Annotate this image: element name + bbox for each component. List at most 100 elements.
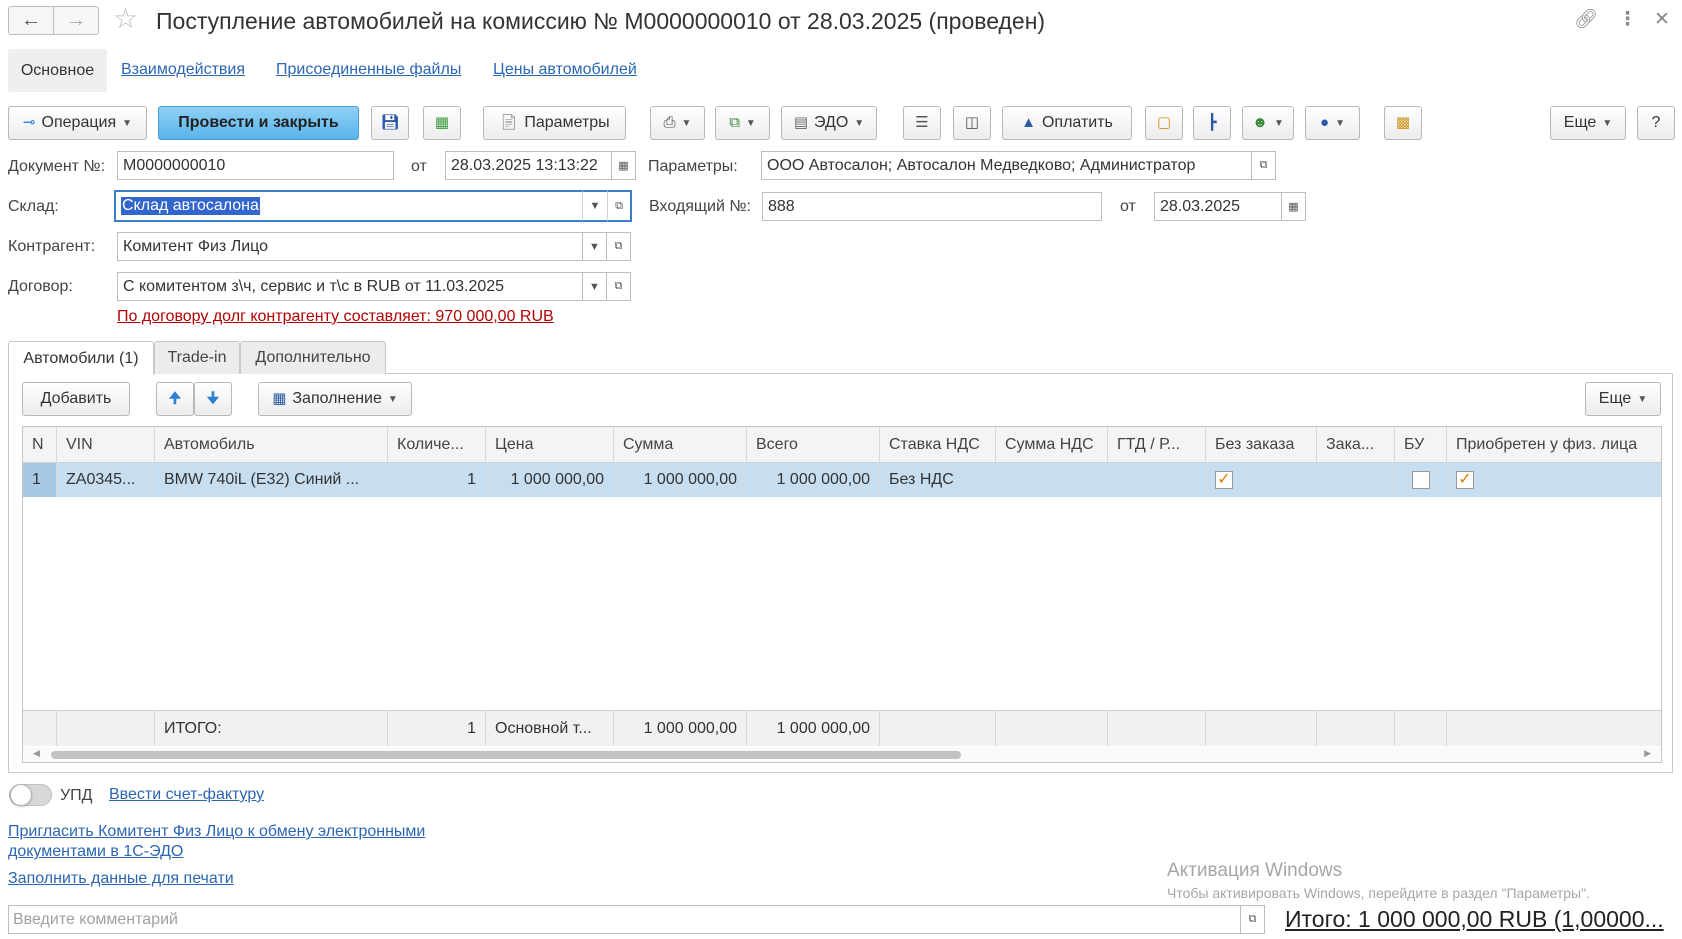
row-vin[interactable]: ZA0345... xyxy=(57,463,155,497)
close-icon[interactable]: ✕ xyxy=(1654,8,1670,32)
move-up-button[interactable]: 🠉 xyxy=(156,382,194,416)
row-qty[interactable]: 1 xyxy=(388,463,486,497)
more-vertical-icon[interactable]: ⋮ xyxy=(1618,8,1637,32)
enter-invoice-link[interactable]: Ввести счет-фактуру xyxy=(109,786,264,804)
fill-button[interactable]: ▦ Заполнение ▼ xyxy=(258,382,412,416)
forward-button[interactable]: → xyxy=(53,6,99,35)
row-car[interactable]: BMW 740iL (E32) Синий ... xyxy=(155,463,388,497)
doc-number-field[interactable]: М0000000010 xyxy=(117,151,394,180)
scroll-left-icon[interactable]: ◀ xyxy=(33,748,40,759)
document-total-link[interactable]: Итого: 1 000 000,00 RUB (1,00000... xyxy=(1285,906,1675,933)
debt-warning-link[interactable]: По договору долг контрагенту составляет:… xyxy=(117,308,554,326)
col-total-header[interactable]: Всего xyxy=(747,427,880,462)
structure-button[interactable]: ┣ xyxy=(1193,106,1231,140)
calendar-icon[interactable]: ▦ xyxy=(611,151,636,180)
col-vat-sum-header[interactable]: Сумма НДС xyxy=(996,427,1108,462)
warehouse-field[interactable]: Склад автосалона xyxy=(114,190,584,222)
row-price[interactable]: 1 000 000,00 xyxy=(486,463,614,497)
doc-date-field[interactable]: 28.03.2025 13:13:22 xyxy=(445,151,612,180)
col-order-header[interactable]: Зака... xyxy=(1317,427,1395,462)
chevron-down-icon[interactable]: ▼ xyxy=(582,190,607,222)
col-qty-header[interactable]: Количе... xyxy=(388,427,486,462)
col-used-header[interactable]: БУ xyxy=(1395,427,1447,462)
edo-button[interactable]: ▤ ЭДО ▼ xyxy=(781,106,877,140)
col-vin-header[interactable]: VIN xyxy=(57,427,155,462)
chevron-down-icon[interactable]: ▼ xyxy=(582,272,607,301)
open-icon[interactable]: ⧉ xyxy=(1240,905,1265,934)
col-n-header[interactable]: N xyxy=(23,427,57,462)
help-button[interactable]: ? xyxy=(1637,106,1675,140)
chevron-down-icon: ▼ xyxy=(1602,117,1613,129)
open-icon[interactable]: ⧉ xyxy=(606,232,631,261)
section-attached-files[interactable]: Присоединенные файлы xyxy=(276,61,461,79)
open-icon[interactable]: ⧉ xyxy=(1251,151,1276,180)
col-sum-header[interactable]: Сумма xyxy=(614,427,747,462)
users-button[interactable]: ☻ ▼ xyxy=(1242,106,1294,140)
col-gtd-header[interactable]: ГТД / Р... xyxy=(1108,427,1206,462)
fill-print-data-link[interactable]: Заполнить данные для печати xyxy=(8,870,234,888)
params-field[interactable]: ООО Автосалон; Автосалон Медведково; Адм… xyxy=(761,151,1252,180)
col-from-individual-header[interactable]: Приобретен у физ. лица xyxy=(1447,427,1661,462)
create-based-on-button[interactable]: ⧉ ▼ xyxy=(715,106,770,140)
fill-table-icon: ▦ xyxy=(272,390,287,407)
report-icon: ▢ xyxy=(1156,114,1172,131)
row-vat-sum[interactable] xyxy=(996,463,1108,497)
tab-trade-in[interactable]: Trade-in xyxy=(154,341,240,374)
add-row-button[interactable]: Добавить xyxy=(22,382,130,416)
row-vat-rate[interactable]: Без НДС xyxy=(880,463,996,497)
scroll-right-icon[interactable]: ▶ xyxy=(1644,748,1651,759)
tab-cars[interactable]: Автомобили (1) xyxy=(8,341,154,375)
counterparty-field[interactable]: Комитент Физ Лицо xyxy=(117,232,583,261)
row-total[interactable]: 1 000 000,00 xyxy=(747,463,880,497)
section-car-prices[interactable]: Цены автомобилей xyxy=(493,61,637,79)
tab-additional[interactable]: Дополнительно xyxy=(240,341,386,374)
incoming-number-field[interactable]: 888 xyxy=(762,192,1102,221)
comment-input[interactable]: Введите комментарий xyxy=(8,905,1241,934)
save-button[interactable]: 💾︎ xyxy=(371,106,409,140)
row-sum[interactable]: 1 000 000,00 xyxy=(614,463,747,497)
incoming-date-field[interactable]: 28.03.2025 xyxy=(1154,192,1282,221)
post-button[interactable]: ▦ xyxy=(423,106,461,140)
chevron-down-icon: ▼ xyxy=(681,117,692,129)
table-more-button[interactable]: Еще ▼ xyxy=(1585,382,1661,416)
actions-menu-button[interactable]: ● ▼ xyxy=(1305,106,1360,140)
chevron-down-icon[interactable]: ▼ xyxy=(582,232,607,261)
document-settings-button[interactable]: ▩ xyxy=(1384,106,1422,140)
parameters-button[interactable]: 📄︎ Параметры xyxy=(483,106,626,140)
col-vat-rate-header[interactable]: Ставка НДС xyxy=(880,427,996,462)
favorite-star-icon[interactable]: ☆ xyxy=(113,4,138,34)
post-and-close-button[interactable]: Провести и закрыть xyxy=(158,106,359,140)
no-order-checkbox[interactable]: ✓ xyxy=(1215,471,1233,489)
back-button[interactable]: ← xyxy=(8,6,54,35)
used-checkbox[interactable] xyxy=(1411,471,1430,489)
link-icon[interactable]: 🔗︎ xyxy=(1574,8,1598,32)
open-icon[interactable]: ⧉ xyxy=(607,190,632,222)
print-button[interactable]: ⎙ ▼ xyxy=(650,106,705,140)
row-gtd[interactable] xyxy=(1108,463,1206,497)
calendar-icon[interactable]: ▦ xyxy=(1281,192,1306,221)
contract-field[interactable]: С комитентом з\ч, сервис и т\с в RUB от … xyxy=(117,272,583,301)
more-button[interactable]: Еще ▼ xyxy=(1550,106,1626,140)
journal-button[interactable]: ☰ xyxy=(903,106,941,140)
open-icon[interactable]: ⧉ xyxy=(606,272,631,301)
operation-button[interactable]: ⊸ Операция ▼ xyxy=(8,106,147,140)
cash-register-button[interactable]: ◫ xyxy=(953,106,991,140)
pay-button[interactable]: ▲ Оплатить xyxy=(1002,106,1132,140)
upd-toggle[interactable] xyxy=(9,784,52,806)
footer-qty: 1 xyxy=(388,711,486,746)
col-no-order-header[interactable]: Без заказа xyxy=(1206,427,1317,462)
row-order[interactable] xyxy=(1317,463,1395,497)
from-individual-checkbox[interactable]: ✓ xyxy=(1456,471,1474,489)
report-button[interactable]: ▢ xyxy=(1145,106,1183,140)
footer-used xyxy=(1395,711,1447,746)
chevron-down-icon: ▼ xyxy=(1273,117,1284,129)
move-down-button[interactable]: 🠋 xyxy=(194,382,232,416)
invite-edo-link[interactable]: Пригласить Комитент Физ Лицо к обмену эл… xyxy=(8,822,425,862)
table-row[interactable]: 1 ZA0345... BMW 740iL (E32) Синий ... 1 … xyxy=(23,463,1661,497)
col-car-header[interactable]: Автомобиль xyxy=(155,427,388,462)
col-price-header[interactable]: Цена xyxy=(486,427,614,462)
scrollbar-thumb[interactable] xyxy=(51,751,961,759)
section-interactions[interactable]: Взаимодействия xyxy=(121,61,245,79)
section-main[interactable]: Основное xyxy=(8,49,107,92)
horizontal-scrollbar[interactable]: ◀ ▶ xyxy=(23,747,1661,762)
